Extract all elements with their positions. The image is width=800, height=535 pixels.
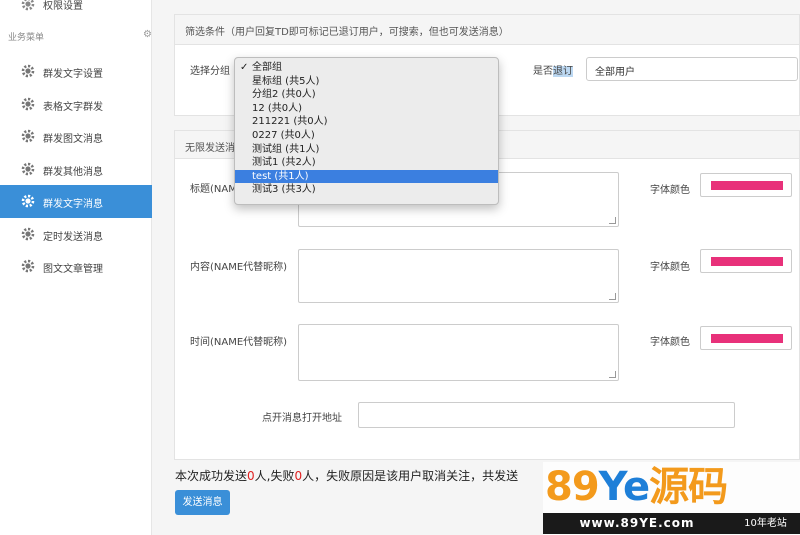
sidebar-item-label: 群发其他消息 — [43, 167, 103, 178]
result-part1: 本次成功发送 — [175, 469, 248, 483]
sidebar-item-scheduled[interactable]: 定时发送消息 — [0, 218, 152, 251]
result-text: 本次成功发送0人,失败0人，失败原因是该用户取消关注，共发送 — [175, 467, 518, 484]
dropdown-option[interactable]: 0227 (共0人) — [235, 129, 498, 143]
watermark-logo-num: 89 — [545, 464, 600, 510]
time-textarea[interactable] — [298, 324, 619, 381]
dropdown-option-label: 测试组 (共1人) — [252, 143, 320, 155]
dropdown-option-label: 分组2 (共0人) — [252, 89, 316, 101]
filter-header: 筛选条件（用户回复TD即可标记已退订用户，可搜索，但也可发送消息） — [175, 15, 799, 45]
gear-icon: ⚙ — [143, 29, 152, 40]
content-textarea[interactable] — [298, 249, 619, 303]
dropdown-option-label: 12 (共0人) — [252, 102, 303, 114]
sidebar: 权限设置 业务菜单 ⚙ 群发文字设置 表格文字群发 群发图文消息 群发其他消息 … — [0, 0, 152, 535]
url-input[interactable] — [358, 402, 735, 428]
gear-icon — [20, 96, 36, 112]
gear-icon — [20, 258, 36, 274]
sidebar-item-text-message[interactable]: 群发文字消息 — [0, 185, 152, 218]
color-swatch — [711, 257, 783, 266]
fail-count: 0 — [294, 469, 303, 483]
dropdown-option-highlighted[interactable]: test (共1人) — [235, 169, 498, 184]
sidebar-item-table-text[interactable]: 表格文字群发 — [0, 88, 152, 121]
dropdown-option-label: test (共1人) — [252, 170, 309, 182]
title-color-picker[interactable] — [700, 173, 792, 197]
gear-icon — [20, 193, 36, 209]
dropdown-option-label: 星标组 (共5人) — [252, 75, 320, 87]
unsubscribe-label-highlight: 退订 — [553, 66, 573, 77]
gear-icon — [20, 161, 36, 177]
dropdown-option[interactable]: 星标组 (共5人) — [235, 75, 498, 89]
dropdown-option[interactable]: 测试组 (共1人) — [235, 143, 498, 157]
time-color-picker[interactable] — [700, 326, 792, 350]
time-label: 时间(NAME代替昵称) — [190, 337, 288, 348]
sidebar-item-label: 表格文字群发 — [43, 102, 103, 113]
dropdown-option[interactable]: 分组2 (共0人) — [235, 88, 498, 102]
dropdown-option[interactable]: 测试3 (共3人) — [235, 183, 498, 197]
result-part2: 人,失败 — [254, 469, 295, 483]
sidebar-item-label: 群发文字设置 — [43, 69, 103, 80]
sidebar-item-other[interactable]: 群发其他消息 — [0, 153, 152, 186]
sidebar-item-text-settings[interactable]: 群发文字设置 — [0, 55, 152, 88]
content-label: 内容(NAME代替昵称) — [190, 262, 288, 273]
dropdown-option-label: 211221 (共0人) — [252, 116, 328, 128]
dropdown-option[interactable]: 211221 (共0人) — [235, 115, 498, 129]
group-dropdown[interactable]: ✓ 全部组 星标组 (共5人) 分组2 (共0人) 12 (共0人) 211221… — [234, 57, 499, 205]
dropdown-option[interactable]: 12 (共0人) — [235, 102, 498, 116]
unsubscribe-label-prefix: 是否 — [533, 66, 553, 77]
watermark-url: www.89YE.com — [543, 513, 731, 534]
dropdown-option[interactable]: 测试1 (共2人) — [235, 156, 498, 170]
title-color-label: 字体颜色 — [650, 185, 690, 196]
sidebar-item-label: 定时发送消息 — [43, 232, 103, 243]
time-color-label: 字体颜色 — [650, 337, 690, 348]
watermark-logo-cn: 源码 — [649, 464, 728, 510]
content-color-label: 字体颜色 — [650, 262, 690, 273]
content-color-picker[interactable] — [700, 249, 792, 273]
gear-icon — [20, 63, 36, 79]
dropdown-option-label: 测试1 (共2人) — [252, 157, 316, 169]
sidebar-item-label: 群发图文消息 — [43, 134, 103, 145]
gear-icon — [20, 128, 36, 144]
checkmark-icon: ✓ — [240, 62, 249, 73]
url-label: 点开消息打开地址 — [262, 413, 342, 424]
sidebar-item-label: 图文文章管理 — [43, 264, 103, 275]
unsubscribe-label: 是否退订 — [533, 62, 573, 77]
success-count: 0 — [247, 469, 255, 483]
result-part3: 人，失败原因是该用户取消关注，共发送 — [302, 469, 519, 483]
dropdown-option-label: 全部组 — [252, 62, 282, 73]
sidebar-section-business: 业务菜单 ⚙ — [0, 28, 152, 46]
sidebar-item-image-text[interactable]: 群发图文消息 — [0, 120, 152, 153]
group-label: 选择分组 — [190, 66, 230, 77]
sidebar-section-label: 业务菜单 — [8, 33, 45, 43]
dropdown-option-label: 测试3 (共3人) — [252, 184, 316, 196]
color-swatch — [711, 181, 783, 190]
sidebar-item-label: 权限设置 — [43, 1, 83, 12]
sidebar-item-permissions[interactable]: 权限设置 — [0, 0, 152, 18]
watermark-tag: 10年老站 — [731, 513, 800, 534]
unsubscribe-select[interactable]: 全部用户 — [586, 57, 798, 81]
gear-icon — [20, 226, 36, 242]
watermark-logo: 89Ye源码 — [545, 462, 728, 512]
send-message-button[interactable]: 发送消息 — [175, 490, 230, 515]
sidebar-item-articles[interactable]: 图文文章管理 — [0, 250, 152, 283]
sidebar-item-label: 群发文字消息 — [43, 199, 103, 210]
watermark-logo-ye: Ye — [598, 464, 650, 510]
gear-icon — [20, 0, 36, 12]
dropdown-option-label: 0227 (共0人) — [252, 129, 315, 141]
watermark: 89Ye源码 www.89YE.com 10年老站 — [543, 462, 800, 535]
dropdown-option[interactable]: ✓ 全部组 — [235, 61, 498, 75]
color-swatch — [711, 334, 783, 343]
